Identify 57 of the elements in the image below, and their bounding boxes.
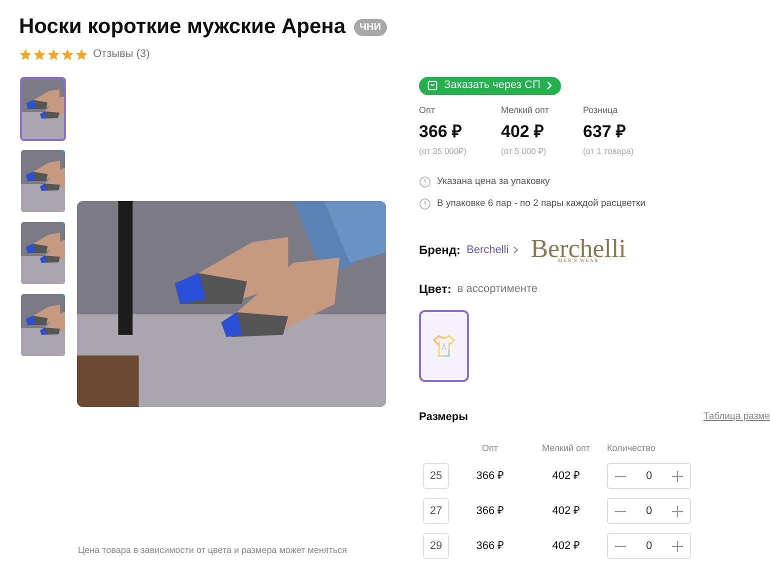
size-chart-link[interactable]: Таблица разме: [703, 410, 770, 425]
price-value: 402 ₽: [501, 121, 546, 143]
price-cell-text: 366 ₽: [475, 539, 505, 554]
quantity-value: 0: [646, 504, 652, 519]
quantity-stepper[interactable]: 0: [607, 498, 691, 524]
color-swatch[interactable]: [419, 310, 469, 382]
price-condition: (от 35 000₽): [419, 145, 468, 158]
star-icon: [75, 48, 88, 61]
chevron-right-icon: [512, 246, 519, 254]
size-chip[interactable]: 25: [423, 463, 449, 490]
price-cell-text: 402 ₽: [551, 539, 581, 554]
quantity-stepper[interactable]: 0: [607, 533, 691, 560]
photo-thumbnail[interactable]: [20, 292, 66, 356]
size-chip[interactable]: 27: [423, 498, 449, 524]
quantity-stepper[interactable]: 0: [607, 463, 691, 490]
star-icon: [47, 48, 60, 61]
column-header: Количество: [607, 442, 656, 455]
price-cell-text: 366 ₽: [475, 504, 505, 519]
brand-label: Бренд:: [419, 242, 460, 260]
column-header: Опт: [481, 442, 499, 455]
color-value: в ассортименте: [457, 282, 538, 297]
price-value: 366 ₽: [419, 121, 464, 143]
star-icon: [61, 48, 74, 61]
price-condition: (от 5 000 ₽): [501, 145, 548, 158]
star-icon: [33, 48, 46, 61]
color-label: Цвет:: [419, 281, 452, 298]
photo-thumbnail[interactable]: [20, 76, 66, 140]
star-icon: [19, 48, 32, 61]
info-note: Указана цена за упаковку: [437, 174, 550, 189]
column-header: Мелкий опт: [540, 442, 592, 455]
plus-icon[interactable]: [672, 470, 683, 482]
brand-code-badge: ЧНИ: [354, 18, 387, 36]
price-disclaimer: Цена товара в зависимости от цвета и размера может меняться: [78, 544, 348, 557]
photo-thumbnail[interactable]: [20, 148, 66, 212]
reviews-link[interactable]: Отзывы (3): [93, 46, 150, 62]
sizes-heading: Размеры: [419, 410, 468, 426]
price-label: Розница: [583, 104, 619, 117]
info-icon: [419, 176, 431, 188]
plus-icon[interactable]: [672, 540, 683, 552]
info-icon: [419, 198, 431, 210]
price-cell-text: 402 ₽: [551, 469, 581, 484]
price-label: Мелкий опт: [501, 104, 550, 116]
price-label: Опт: [419, 104, 436, 116]
bag-icon: [427, 80, 438, 91]
price-cell-text: 402 ₽: [551, 504, 581, 519]
plus-icon[interactable]: [672, 506, 683, 517]
price-cell-text: 366 ₽: [475, 469, 505, 484]
photo-thumbnail[interactable]: [20, 220, 66, 284]
quantity-value: 0: [646, 469, 652, 484]
info-note: В упаковке 6 пар - по 2 пары каждой расцветки: [437, 197, 646, 211]
product-title: Носки короткие мужские Арена: [19, 14, 346, 40]
price-condition: (от 1 товара): [583, 145, 635, 158]
chevron-right-icon: [546, 81, 554, 90]
price-value: 637 ₽: [583, 121, 628, 143]
size-chip[interactable]: 29: [423, 533, 449, 560]
quantity-value: 0: [646, 539, 652, 554]
brand-link[interactable]: Berchelli: [466, 242, 519, 258]
